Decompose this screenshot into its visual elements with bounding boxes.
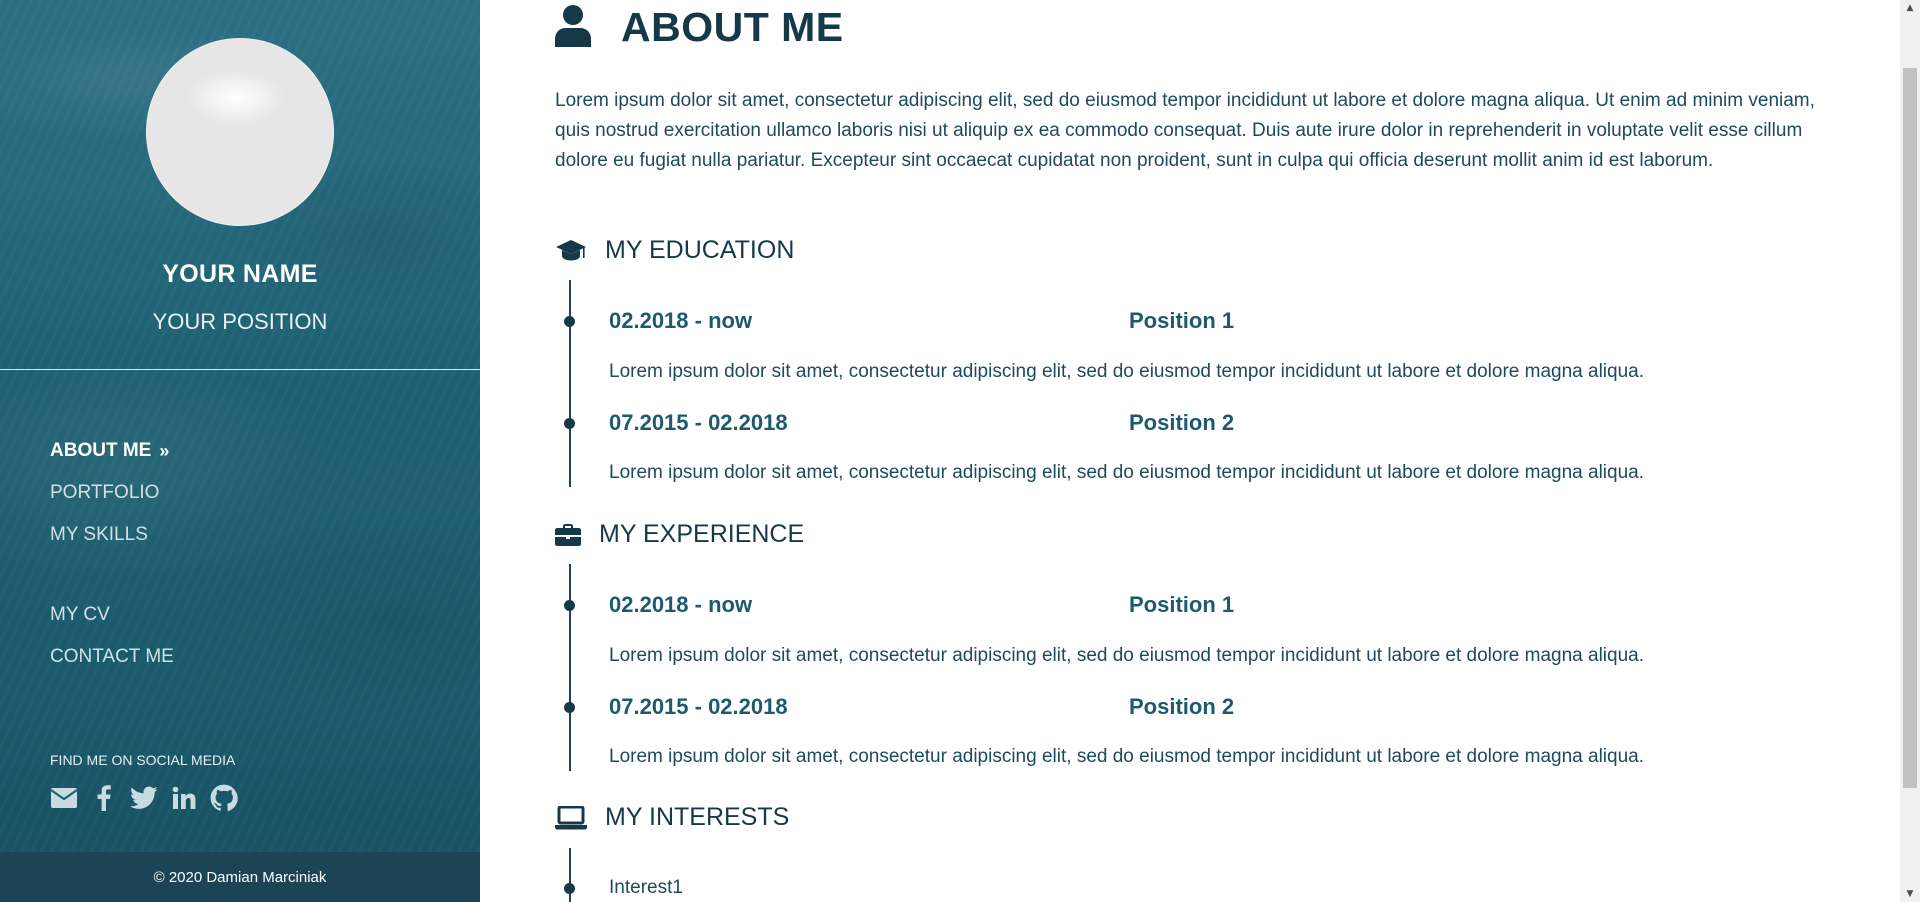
envelope-icon[interactable] <box>50 784 78 812</box>
timeline-dot <box>564 883 575 894</box>
experience-timeline-line <box>569 564 571 771</box>
education-date: 02.2018 - now <box>609 308 753 333</box>
about-header: ABOUT ME <box>555 4 844 51</box>
copyright-text: © 2020 Damian Marciniak <box>153 868 327 886</box>
github-icon[interactable] <box>210 784 238 812</box>
section-title-experience: MY EXPERIENCE <box>599 520 805 548</box>
nav-item-my-cv[interactable]: MY CV <box>50 594 174 636</box>
user-icon <box>555 4 591 51</box>
social-icons <box>50 784 238 812</box>
experience-position: Position 2 <box>1129 694 1235 719</box>
timeline-dot <box>564 702 575 713</box>
interest-item: Interest1 <box>609 877 683 898</box>
twitter-icon[interactable] <box>130 784 158 812</box>
nav-item-label: PORTFOLIO <box>50 482 160 503</box>
education-timeline-line <box>569 280 571 487</box>
timeline-dot <box>564 418 575 429</box>
about-paragraph: Lorem ipsum dolor sit amet, consectetur … <box>555 90 1815 171</box>
sidebar: YOUR NAME YOUR POSITION ABOUT ME » PORTF… <box>0 0 480 902</box>
timeline-dot <box>564 600 575 611</box>
scroll-up-arrow-icon[interactable]: ▲ <box>1900 0 1920 16</box>
education-position: Position 1 <box>1129 308 1235 333</box>
sidebar-nav: ABOUT ME » PORTFOLIO MY SKILLS MY CV CON… <box>50 430 174 678</box>
experience-description: Lorem ipsum dolor sit amet, consectetur … <box>609 746 1645 767</box>
experience-date: 07.2015 - 02.2018 <box>609 694 788 719</box>
page-title: ABOUT ME <box>621 4 844 50</box>
education-date: 07.2015 - 02.2018 <box>609 410 788 435</box>
nav-item-label: CONTACT ME <box>50 646 174 667</box>
profile-position: YOUR POSITION <box>152 309 328 334</box>
laptop-icon <box>555 805 587 830</box>
section-title-interests: MY INTERESTS <box>605 803 790 831</box>
nav-item-portfolio[interactable]: PORTFOLIO <box>50 472 174 514</box>
sidebar-divider <box>0 369 480 370</box>
section-title-education: MY EDUCATION <box>605 236 795 264</box>
nav-item-contact-me[interactable]: CONTACT ME <box>50 636 174 678</box>
sidebar-footer: © 2020 Damian Marciniak <box>0 852 480 902</box>
education-position: Position 2 <box>1129 410 1235 435</box>
graduation-cap-icon <box>555 239 587 263</box>
social-media-label: FIND ME ON SOCIAL MEDIA <box>50 752 236 768</box>
education-header: MY EDUCATION <box>555 236 794 265</box>
nav-item-label: ABOUT ME <box>50 440 152 461</box>
linkedin-icon[interactable] <box>170 784 198 812</box>
double-chevron-right-icon: » <box>159 440 170 461</box>
experience-header: MY EXPERIENCE <box>555 520 804 549</box>
experience-date: 02.2018 - now <box>609 592 753 617</box>
scrollbar-thumb[interactable] <box>1903 68 1917 788</box>
nav-item-my-skills[interactable]: MY SKILLS <box>50 514 174 556</box>
profile-name: YOUR NAME <box>162 260 318 288</box>
education-description: Lorem ipsum dolor sit amet, consectetur … <box>609 462 1645 483</box>
nav-item-label: MY SKILLS <box>50 524 148 545</box>
education-description: Lorem ipsum dolor sit amet, consectetur … <box>609 361 1645 382</box>
main-content: ABOUT ME Lorem ipsum dolor sit amet, con… <box>480 0 1900 902</box>
nav-item-about-me[interactable]: ABOUT ME » <box>50 430 174 472</box>
nav-item-label: MY CV <box>50 604 110 625</box>
avatar <box>146 38 334 226</box>
briefcase-icon <box>555 523 581 546</box>
facebook-icon[interactable] <box>90 784 118 812</box>
experience-description: Lorem ipsum dolor sit amet, consectetur … <box>609 645 1645 666</box>
scroll-down-arrow-icon[interactable]: ▼ <box>1900 886 1920 902</box>
interests-header: MY INTERESTS <box>555 803 789 832</box>
experience-position: Position 1 <box>1129 592 1235 617</box>
timeline-dot <box>564 316 575 327</box>
